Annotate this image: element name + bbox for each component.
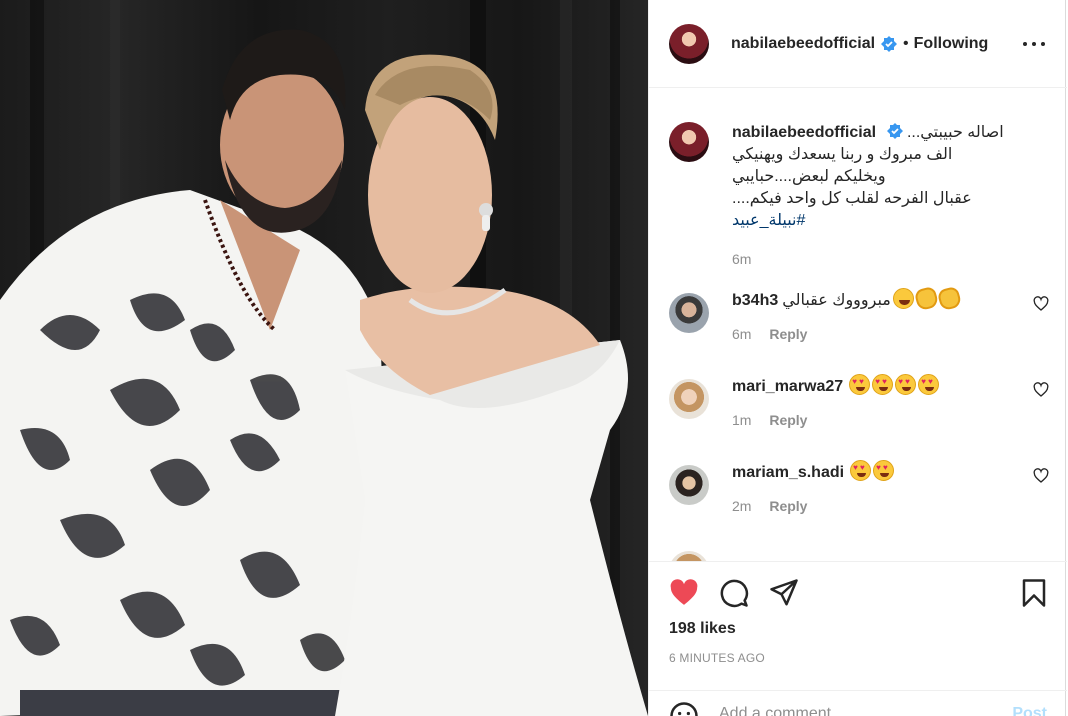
- author-avatar[interactable]: [669, 23, 709, 64]
- heart-icon[interactable]: [669, 578, 699, 608]
- add-comment-bar: Add a comment… Post: [649, 690, 1067, 716]
- post-comment-button[interactable]: Post: [1012, 705, 1047, 716]
- comment-time: 1m: [732, 412, 752, 428]
- reply-button[interactable]: Reply: [769, 326, 807, 342]
- comment-item: b34h3 مبروووك عقبالي 6m Reply: [669, 285, 1049, 363]
- comment-time: 6m: [732, 326, 752, 342]
- commenter-avatar[interactable]: [669, 379, 709, 419]
- caption-line: عقبال الفرحه لقلب كل واحد فيكم....: [732, 190, 972, 207]
- following-button[interactable]: Following: [914, 35, 989, 53]
- likes-count[interactable]: 198 likes: [669, 620, 736, 638]
- heart-eyes-emoji-icon: [872, 374, 894, 395]
- clapping-hands-emoji-icon: [913, 285, 940, 312]
- post-photo[interactable]: [0, 0, 648, 716]
- heart-eyes-emoji-icon: [849, 374, 871, 395]
- heart-eyes-emoji-icon: [850, 460, 872, 481]
- commenter-username[interactable]: mariam_s.hadi: [732, 464, 844, 481]
- post-header: nabilaebeedofficial • Following: [649, 0, 1067, 88]
- comment-like-heart-icon[interactable]: [1033, 468, 1049, 484]
- commenter-username[interactable]: mari_marwa27: [732, 378, 843, 395]
- more-options-icon[interactable]: [1023, 33, 1045, 55]
- comment-icon[interactable]: [719, 578, 749, 608]
- caption-username[interactable]: nabilaebeedofficial: [732, 124, 876, 141]
- caption-line: الف مبروك و ربنا يسعدك ويهنيكي: [732, 146, 953, 163]
- reply-button[interactable]: Reply: [769, 412, 807, 428]
- commenter-avatar[interactable]: [669, 293, 709, 333]
- commenter-username[interactable]: b34h3: [732, 292, 778, 309]
- comment-like-heart-icon[interactable]: [1033, 382, 1049, 398]
- photo-illustration: [0, 0, 648, 716]
- post-actions: 198 likes 6 MINUTES AGO: [649, 561, 1067, 681]
- comment-like-heart-icon[interactable]: [1033, 296, 1049, 312]
- add-comment-input[interactable]: Add a comment…: [719, 705, 847, 716]
- commenter-avatar[interactable]: [669, 465, 709, 505]
- caption-line: اصاله حبيبتي...: [906, 124, 1004, 141]
- comment-text: مبروووك عقبالي: [782, 292, 891, 309]
- caption-avatar[interactable]: [669, 122, 709, 162]
- share-icon[interactable]: [769, 578, 799, 608]
- comment-item: mari_marwa27 1m Reply: [669, 374, 1049, 449]
- verified-badge-icon: [886, 123, 903, 139]
- caption-hashtag[interactable]: #نبيلة_عبيد: [732, 210, 1052, 232]
- post-timestamp: 6 MINUTES AGO: [669, 651, 765, 665]
- bookmark-icon[interactable]: [1019, 578, 1049, 608]
- reply-button[interactable]: Reply: [769, 498, 807, 514]
- clapping-hands-emoji-icon: [936, 285, 963, 312]
- heart-eyes-emoji-icon: [895, 374, 917, 395]
- heart-eyes-emoji-icon: [873, 460, 895, 481]
- post-details-panel: nabilaebeedofficial • Following nabilaeb…: [648, 0, 1067, 716]
- heart-eyes-emoji-icon: [918, 374, 940, 395]
- author-username[interactable]: nabilaebeedofficial: [731, 35, 875, 53]
- emoji-icon[interactable]: [669, 701, 699, 716]
- caption-line: ويخليكم لبعض....حبايبي: [732, 168, 886, 185]
- header-separator: •: [903, 34, 909, 52]
- verified-badge-icon: [881, 35, 898, 52]
- caption-time: 6m: [732, 251, 752, 267]
- laughing-emoji-icon: [892, 288, 914, 309]
- comment-time: 2m: [732, 498, 752, 514]
- comments-list[interactable]: nabilaebeedofficial اصاله حبيبتي... الف …: [649, 89, 1067, 561]
- commenter-avatar[interactable]: [669, 551, 709, 561]
- comment-item: mariam_s.hadi 2m Reply: [669, 460, 1049, 535]
